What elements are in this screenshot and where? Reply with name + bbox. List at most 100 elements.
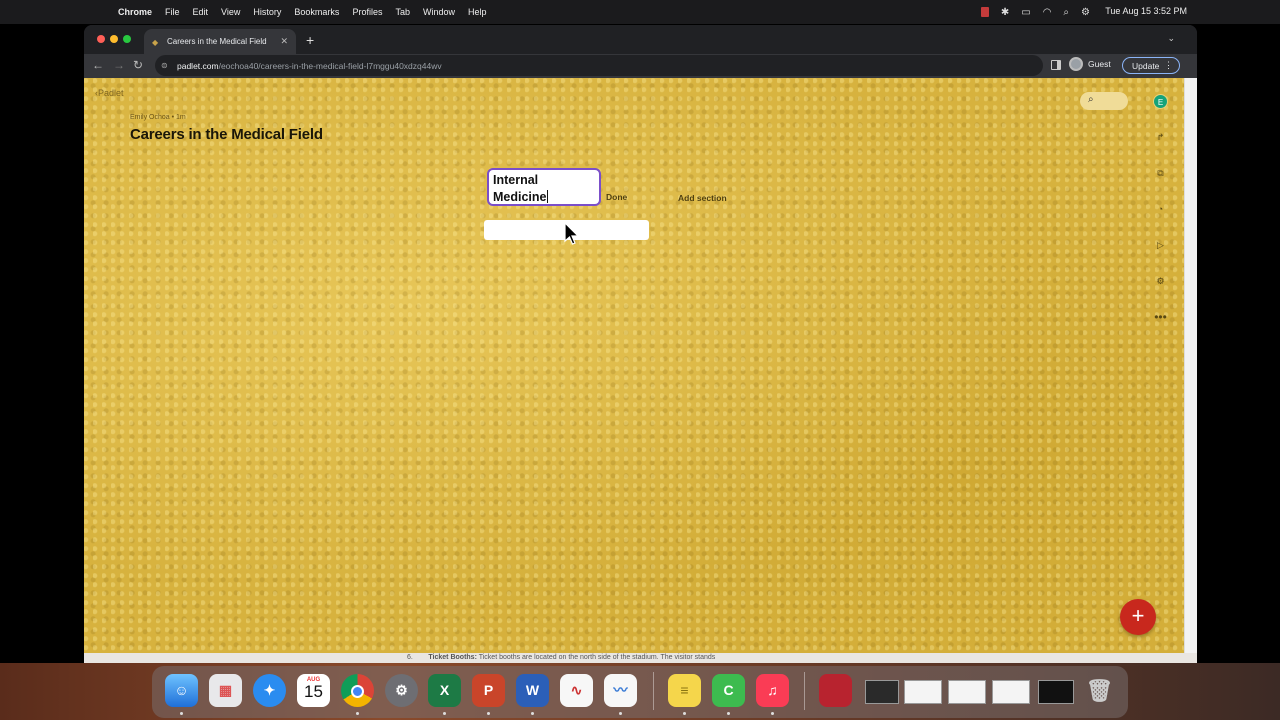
chrome-icon[interactable] <box>341 674 374 707</box>
tab-title: Careers in the Medical Field <box>167 37 267 46</box>
section-title-input[interactable]: Internal Medicine <box>487 168 601 206</box>
notifications-bell-icon[interactable]: ◔ <box>1153 202 1168 217</box>
add-section-button[interactable]: Add section <box>678 193 727 203</box>
minimized-window-5[interactable] <box>1038 680 1074 704</box>
kebab-menu-icon[interactable]: ⋮ <box>1164 60 1173 71</box>
done-button[interactable]: Done <box>606 192 627 202</box>
tab-search-chevron-icon[interactable]: ⌄ <box>1167 33 1175 44</box>
battery-icon[interactable]: ▭ <box>1021 7 1030 18</box>
menu-file[interactable]: File <box>165 7 180 17</box>
bluetooth-icon[interactable]: ✱ <box>1001 7 1009 18</box>
menu-edit[interactable]: Edit <box>193 7 209 17</box>
notes-icon[interactable]: ≡ <box>668 674 701 707</box>
close-window-button[interactable] <box>97 35 105 43</box>
update-label: Update <box>1132 60 1160 71</box>
trash-icon[interactable]: 🗑 <box>1083 674 1116 707</box>
site-info-icon[interactable]: ⊜ <box>161 61 173 70</box>
launchpad-icon[interactable]: ▦ <box>209 674 242 707</box>
forward-arrow-icon[interactable]: → <box>113 58 125 72</box>
system-settings-icon[interactable]: ⚙ <box>385 674 418 707</box>
url-host: padlet.com <box>177 60 219 71</box>
profile-label: Guest <box>1088 59 1111 69</box>
more-options-icon[interactable]: ••• <box>1153 310 1168 325</box>
page-scrollbar[interactable] <box>1184 78 1197 653</box>
guest-avatar-icon <box>1069 57 1083 71</box>
running-indicator <box>356 712 359 715</box>
menu-window[interactable]: Window <box>423 7 455 17</box>
photo-thumbnail-icon[interactable] <box>819 674 852 707</box>
doc-item-heading: Ticket Booths: <box>428 654 477 661</box>
running-indicator <box>487 712 490 715</box>
doc-item-number: 6. <box>407 654 413 661</box>
padlet-logo[interactable]: ‹Padlet <box>95 88 124 98</box>
menu-bookmarks[interactable]: Bookmarks <box>294 7 339 17</box>
minimized-window-2[interactable] <box>904 680 942 704</box>
tab-close-icon[interactable]: ✕ <box>280 36 288 47</box>
menu-profiles[interactable]: Profiles <box>352 7 382 17</box>
dock-separator-2 <box>804 672 805 710</box>
remake-icon[interactable]: ⧉ <box>1153 166 1168 181</box>
reload-icon[interactable]: ↻ <box>133 58 143 72</box>
wifi-icon[interactable]: ◠ <box>1043 7 1052 18</box>
running-indicator <box>727 712 730 715</box>
grapher-icon[interactable]: ∿ <box>560 674 593 707</box>
finder-icon[interactable]: ☺ <box>165 674 198 707</box>
powerpoint-icon[interactable]: P <box>472 674 505 707</box>
spotlight-search-icon[interactable]: ⌕ <box>1063 7 1069 18</box>
new-tab-button[interactable]: + <box>306 32 314 48</box>
running-indicator <box>443 712 446 715</box>
chrome-window: ◆ Careers in the Medical Field ✕ + ⌄ ← →… <box>84 25 1197 653</box>
share-icon[interactable]: ↱ <box>1153 130 1168 145</box>
running-indicator <box>771 712 774 715</box>
board-title[interactable]: Careers in the Medical Field <box>130 126 323 143</box>
menu-tab[interactable]: Tab <box>395 7 410 17</box>
board-author: Emily Ochoa • 1m <box>130 114 186 121</box>
music-icon[interactable]: ♫ <box>756 674 789 707</box>
background-document-strip: 6. Ticket Booths: Ticket booths are loca… <box>84 653 1197 663</box>
control-center-icon[interactable]: ⚙ <box>1081 7 1090 18</box>
recording-status-icon[interactable] <box>980 7 989 17</box>
padlet-board: ‹Padlet Emily Ochoa • 1m Careers in the … <box>84 78 1184 653</box>
section-input-line-2: Medicine <box>493 190 547 204</box>
doc-item-text: Ticket booths are located on the north s… <box>476 654 716 661</box>
profile-button[interactable]: Guest <box>1069 57 1111 71</box>
user-avatar[interactable]: E <box>1153 94 1168 109</box>
minimized-window-4[interactable] <box>992 680 1030 704</box>
address-bar[interactable]: ⊜ padlet.com/eochoa40/careers-in-the-med… <box>155 55 1043 76</box>
tab-strip: ◆ Careers in the Medical Field ✕ + ⌄ <box>84 25 1197 54</box>
slideshow-play-icon[interactable]: ▷ <box>1153 238 1168 253</box>
safari-icon[interactable]: ✦ <box>253 674 286 707</box>
minimized-window-1[interactable] <box>865 680 899 704</box>
side-panel-icon[interactable] <box>1051 60 1061 70</box>
update-button[interactable]: Update ⋮ <box>1122 57 1180 74</box>
menubar-clock[interactable]: Tue Aug 15 3:52 PM <box>1105 6 1187 16</box>
running-indicator <box>683 712 686 715</box>
tab-careers-medical[interactable]: ◆ Careers in the Medical Field ✕ <box>144 29 296 54</box>
running-indicator <box>531 712 534 715</box>
settings-gear-icon[interactable]: ⚙ <box>1153 274 1168 289</box>
macos-menubar: Chrome File Edit View History Bookmarks … <box>0 0 1280 24</box>
menu-app-name[interactable]: Chrome <box>118 7 152 17</box>
menu-history[interactable]: History <box>253 7 281 17</box>
running-indicator <box>619 712 622 715</box>
text-caret <box>546 190 548 203</box>
minimize-window-button[interactable] <box>110 35 118 43</box>
section-input-line-1: Internal <box>493 173 539 187</box>
facetime-icon[interactable]: C <box>712 674 745 707</box>
add-post-fab[interactable]: + <box>1120 599 1156 635</box>
excel-icon[interactable]: X <box>428 674 461 707</box>
zoom-window-button[interactable] <box>123 35 131 43</box>
menu-help[interactable]: Help <box>468 7 487 17</box>
calendar-icon[interactable]: AUG 15 <box>297 674 330 707</box>
search-button[interactable]: ⌕ <box>1080 92 1128 110</box>
running-indicator <box>180 712 183 715</box>
browser-toolbar: ← → ↻ ⊜ padlet.com/eochoa40/careers-in-t… <box>84 54 1197 78</box>
minimized-window-3[interactable] <box>948 680 986 704</box>
back-arrow-icon[interactable]: ← <box>92 58 104 72</box>
menu-view[interactable]: View <box>221 7 240 17</box>
freeform-icon[interactable]: 〰 <box>604 674 637 707</box>
word-icon[interactable]: W <box>516 674 549 707</box>
search-icon: ⌕ <box>1088 94 1094 105</box>
url-path: /eochoa40/careers-in-the-medical-field-l… <box>218 60 442 71</box>
dock-separator <box>653 672 654 710</box>
